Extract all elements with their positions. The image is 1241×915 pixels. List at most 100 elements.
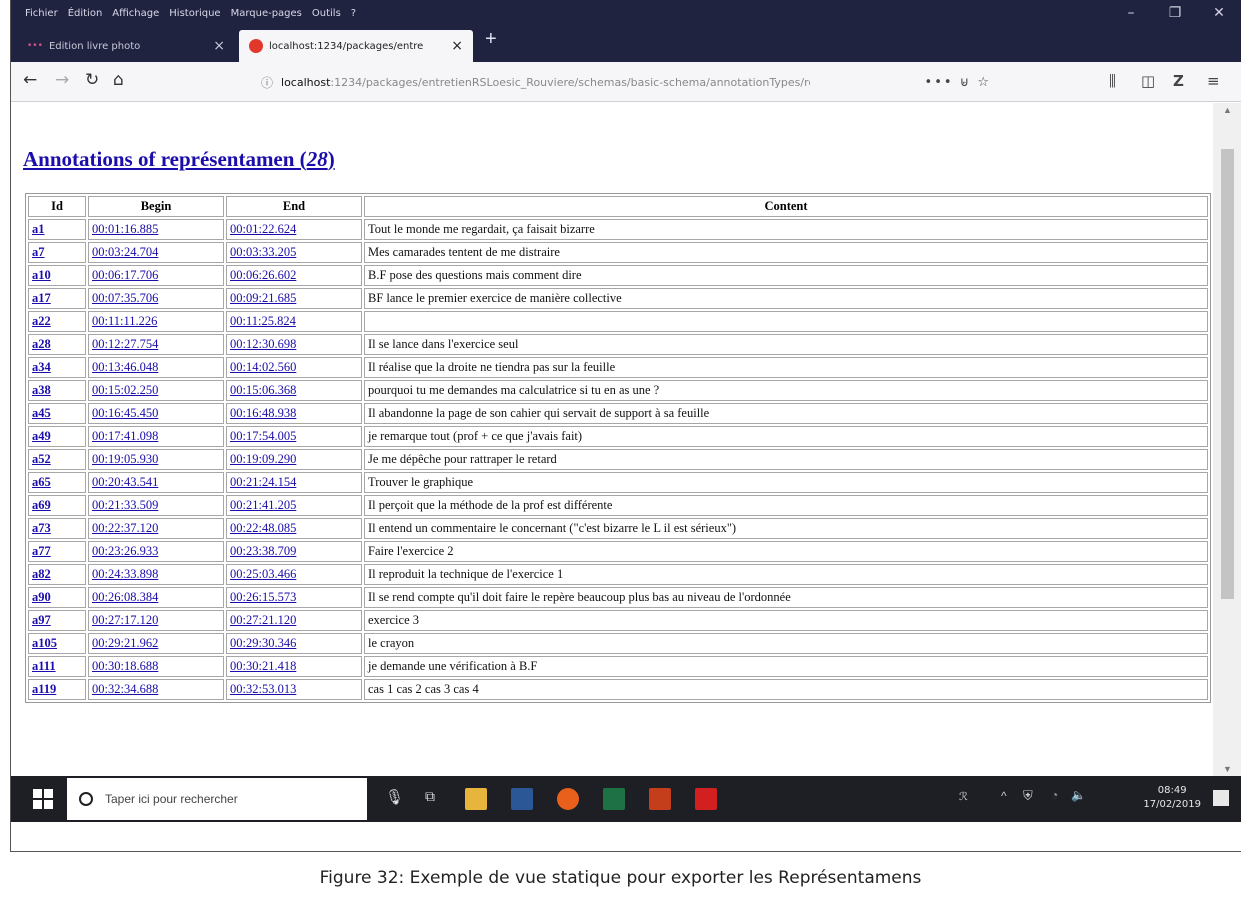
begin-time-link[interactable]: 00:30:18.688 xyxy=(92,659,158,673)
annotation-id-link[interactable]: a49 xyxy=(32,429,51,443)
sidebar-icon[interactable]: ◫ xyxy=(1141,72,1155,90)
vertical-scrollbar[interactable]: ▲ ▼ xyxy=(1213,103,1241,776)
annotation-id-link[interactable]: a82 xyxy=(32,567,51,581)
taskbar-clock[interactable]: 08:49 17/02/2019 xyxy=(1143,784,1201,812)
end-time-link[interactable]: 00:30:21.418 xyxy=(230,659,296,673)
annotation-id-link[interactable]: a73 xyxy=(32,521,51,535)
menu-historique[interactable]: Historique xyxy=(169,8,220,19)
begin-time-link[interactable]: 00:03:24.704 xyxy=(92,245,158,259)
end-time-link[interactable]: 00:11:25.824 xyxy=(230,314,296,328)
annotation-id-link[interactable]: a77 xyxy=(32,544,51,558)
more-actions-icon[interactable]: ••• xyxy=(925,75,954,90)
taskbar-search-box[interactable]: Taper ici pour rechercher xyxy=(67,778,367,820)
annotation-id-link[interactable]: a38 xyxy=(32,383,51,397)
menu-affichage[interactable]: Affichage xyxy=(112,8,159,19)
annotation-id-link[interactable]: a28 xyxy=(32,337,51,351)
pocket-icon[interactable]: ⊌ xyxy=(960,75,972,90)
excel-icon[interactable] xyxy=(603,788,625,810)
end-time-link[interactable]: 00:01:22.624 xyxy=(230,222,296,236)
annotation-id-link[interactable]: a34 xyxy=(32,360,51,374)
annotation-id-link[interactable]: a22 xyxy=(32,314,51,328)
annotation-id-link[interactable]: a97 xyxy=(32,613,51,627)
word-icon[interactable] xyxy=(511,788,533,810)
people-icon[interactable]: ℛ xyxy=(959,790,968,803)
menu-outils[interactable]: Outils xyxy=(312,8,341,19)
menu-help[interactable]: ? xyxy=(351,8,356,19)
hamburger-menu-icon[interactable]: ≡ xyxy=(1207,72,1220,90)
begin-time-link[interactable]: 00:12:27.754 xyxy=(92,337,158,351)
end-time-link[interactable]: 00:32:53.013 xyxy=(230,682,296,696)
menu-marque-pages[interactable]: Marque-pages xyxy=(231,8,302,19)
menu-fichier[interactable]: Fichier xyxy=(25,8,58,19)
begin-time-link[interactable]: 00:27:17.120 xyxy=(92,613,158,627)
begin-time-link[interactable]: 00:13:46.048 xyxy=(92,360,158,374)
page-title[interactable]: Annotations of représentamen (28) xyxy=(23,147,335,172)
close-tab-icon[interactable]: × xyxy=(451,38,463,54)
defender-icon[interactable]: ⛨ xyxy=(1023,788,1033,804)
back-arrow-icon[interactable]: ← xyxy=(23,70,37,90)
minimize-icon[interactable]: – xyxy=(1109,5,1153,21)
url-bar[interactable]: ⓘ localhost :1234/packages/entretienRSLo… xyxy=(261,68,1001,96)
begin-time-link[interactable]: 00:06:17.706 xyxy=(92,268,158,282)
volume-icon[interactable]: 🔈 xyxy=(1071,788,1086,802)
annotation-id-link[interactable]: a45 xyxy=(32,406,51,420)
begin-time-link[interactable]: 00:01:16.885 xyxy=(92,222,158,236)
begin-time-link[interactable]: 00:22:37.120 xyxy=(92,521,158,535)
end-time-link[interactable]: 00:26:15.573 xyxy=(230,590,296,604)
firefox-icon[interactable] xyxy=(557,788,579,810)
begin-time-link[interactable]: 00:15:02.250 xyxy=(92,383,158,397)
annotation-id-link[interactable]: a65 xyxy=(32,475,51,489)
end-time-link[interactable]: 00:27:21.120 xyxy=(230,613,296,627)
annotation-id-link[interactable]: a90 xyxy=(32,590,51,604)
end-time-link[interactable]: 00:09:21.685 xyxy=(230,291,296,305)
task-view-icon[interactable]: ⧉ xyxy=(425,788,435,805)
file-explorer-icon[interactable] xyxy=(465,788,487,810)
begin-time-link[interactable]: 00:11:11.226 xyxy=(92,314,157,328)
annotation-id-link[interactable]: a111 xyxy=(32,659,56,673)
end-time-link[interactable]: 00:17:54.005 xyxy=(230,429,296,443)
acrobat-icon[interactable] xyxy=(695,788,717,810)
end-time-link[interactable]: 00:03:33.205 xyxy=(230,245,296,259)
end-time-link[interactable]: 00:25:03.466 xyxy=(230,567,296,581)
tab-localhost[interactable]: localhost:1234/packages/entre × xyxy=(239,30,473,62)
menu-edition[interactable]: Édition xyxy=(68,8,103,19)
scroll-up-icon[interactable]: ▲ xyxy=(1223,105,1232,115)
scroll-down-icon[interactable]: ▼ xyxy=(1223,764,1232,774)
end-time-link[interactable]: 00:29:30.346 xyxy=(230,636,296,650)
annotation-id-link[interactable]: a119 xyxy=(32,682,56,696)
windows-start-icon[interactable] xyxy=(33,789,53,809)
home-icon[interactable]: ⌂ xyxy=(113,70,124,90)
annotation-id-link[interactable]: a1 xyxy=(32,222,45,236)
begin-time-link[interactable]: 00:24:33.898 xyxy=(92,567,158,581)
begin-time-link[interactable]: 00:07:35.706 xyxy=(92,291,158,305)
end-time-link[interactable]: 00:21:24.154 xyxy=(230,475,296,489)
annotation-id-link[interactable]: a105 xyxy=(32,636,57,650)
end-time-link[interactable]: 00:06:26.602 xyxy=(230,268,296,282)
show-hidden-icons-icon[interactable]: ^ xyxy=(1001,789,1007,803)
end-time-link[interactable]: 00:16:48.938 xyxy=(230,406,296,420)
zotero-icon[interactable]: Z xyxy=(1173,72,1184,90)
begin-time-link[interactable]: 00:23:26.933 xyxy=(92,544,158,558)
end-time-link[interactable]: 00:19:09.290 xyxy=(230,452,296,466)
end-time-link[interactable]: 00:21:41.205 xyxy=(230,498,296,512)
powerpoint-icon[interactable] xyxy=(649,788,671,810)
annotation-id-link[interactable]: a10 xyxy=(32,268,51,282)
annotation-id-link[interactable]: a17 xyxy=(32,291,51,305)
begin-time-link[interactable]: 00:19:05.930 xyxy=(92,452,158,466)
notification-icon[interactable] xyxy=(1213,790,1229,806)
close-window-icon[interactable]: ✕ xyxy=(1197,5,1241,21)
end-time-link[interactable]: 00:15:06.368 xyxy=(230,383,296,397)
new-tab-icon[interactable]: + xyxy=(485,28,497,51)
close-tab-icon[interactable]: × xyxy=(213,38,225,54)
network-icon[interactable]: ◔ xyxy=(1051,788,1058,802)
end-time-link[interactable]: 00:14:02.560 xyxy=(230,360,296,374)
microphone-icon[interactable]: 🎙 xyxy=(385,788,404,806)
annotation-id-link[interactable]: a7 xyxy=(32,245,45,259)
begin-time-link[interactable]: 00:32:34.688 xyxy=(92,682,158,696)
forward-arrow-icon[interactable]: → xyxy=(55,70,69,90)
end-time-link[interactable]: 00:23:38.709 xyxy=(230,544,296,558)
begin-time-link[interactable]: 00:17:41.098 xyxy=(92,429,158,443)
star-icon[interactable]: ☆ xyxy=(977,75,991,90)
end-time-link[interactable]: 00:12:30.698 xyxy=(230,337,296,351)
scrollbar-thumb[interactable] xyxy=(1221,149,1234,599)
